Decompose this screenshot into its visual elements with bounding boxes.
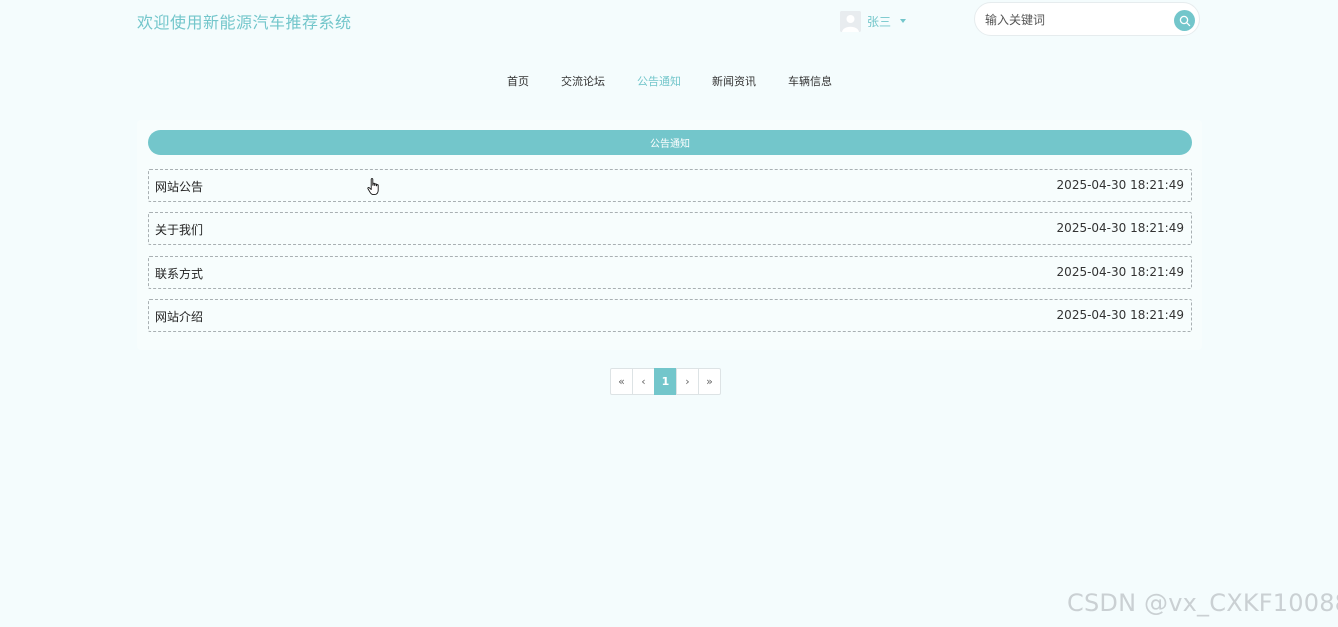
- search-button[interactable]: [1174, 10, 1195, 31]
- notice-title[interactable]: 网站公告: [155, 178, 203, 195]
- main-nav: 首页 交流论坛 公告通知 新闻资讯 车辆信息: [0, 73, 1338, 89]
- notice-row[interactable]: 网站公告 2025-04-30 18:21:49: [148, 169, 1192, 202]
- last-page-button[interactable]: »: [698, 368, 721, 395]
- notice-row[interactable]: 关于我们 2025-04-30 18:21:49: [148, 212, 1192, 245]
- notice-time: 2025-04-30 18:21:49: [1056, 265, 1184, 279]
- search-input[interactable]: [985, 11, 1165, 29]
- nav-item-forum[interactable]: 交流论坛: [561, 73, 605, 89]
- notice-time: 2025-04-30 18:21:49: [1056, 178, 1184, 192]
- panel-header: 公告通知: [148, 130, 1192, 155]
- search-box: [974, 2, 1200, 36]
- nav-item-home[interactable]: 首页: [507, 73, 529, 89]
- user-menu[interactable]: 张三: [840, 10, 907, 32]
- watermark: CSDN @vx_CXKF10088: [1067, 589, 1338, 617]
- chevron-down-icon[interactable]: [900, 19, 907, 23]
- avatar: [840, 10, 861, 32]
- nav-item-notices[interactable]: 公告通知: [637, 73, 681, 89]
- hand-pointer-icon: [367, 178, 379, 196]
- next-page-button[interactable]: ›: [676, 368, 699, 395]
- search-icon: [1179, 15, 1190, 26]
- nav-item-vehicles[interactable]: 车辆信息: [788, 73, 832, 89]
- first-page-button[interactable]: «: [610, 368, 633, 395]
- site-title: 欢迎使用新能源汽车推荐系统: [137, 13, 352, 32]
- user-name[interactable]: 张三: [867, 13, 891, 30]
- nav-item-news[interactable]: 新闻资讯: [712, 73, 756, 89]
- notice-title[interactable]: 关于我们: [155, 221, 203, 238]
- prev-page-button[interactable]: ‹: [632, 368, 655, 395]
- pagination: « ‹ 1 › »: [610, 368, 721, 395]
- notice-time: 2025-04-30 18:21:49: [1056, 308, 1184, 322]
- notice-row[interactable]: 联系方式 2025-04-30 18:21:49: [148, 256, 1192, 289]
- notice-title[interactable]: 联系方式: [155, 265, 203, 282]
- notice-row[interactable]: 网站介绍 2025-04-30 18:21:49: [148, 299, 1192, 332]
- current-page-button[interactable]: 1: [654, 368, 677, 395]
- notice-time: 2025-04-30 18:21:49: [1056, 221, 1184, 235]
- notice-title[interactable]: 网站介绍: [155, 308, 203, 325]
